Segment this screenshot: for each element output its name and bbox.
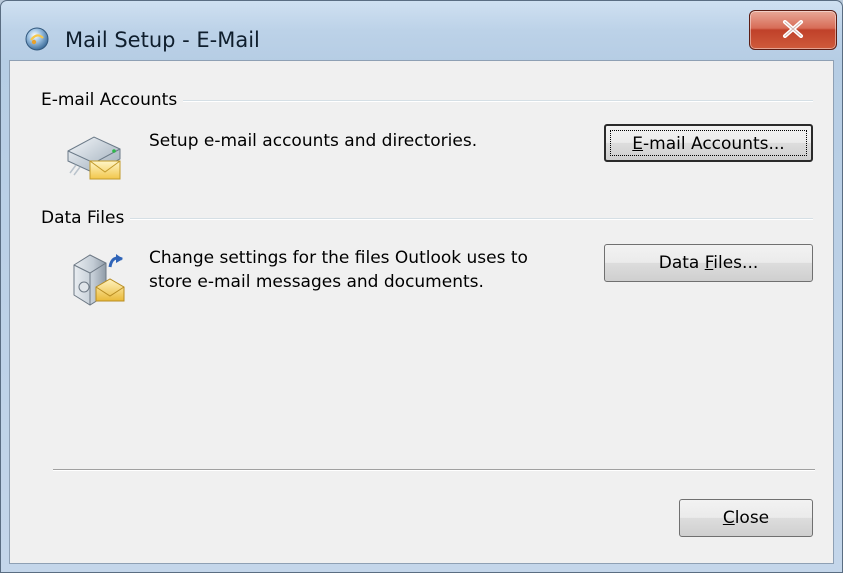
close-button-label: lose	[734, 508, 770, 528]
data-files-description-line2: store e-mail messages and documents.	[149, 272, 484, 292]
footer-separator	[53, 469, 815, 471]
data-files-button-accel: F	[704, 253, 714, 273]
title-bar[interactable]: Mail Setup - E-Mail	[1, 1, 842, 58]
data-files-button-label: iles...	[713, 253, 759, 273]
email-accounts-group-label: E-mail Accounts	[41, 90, 184, 110]
window-title: Mail Setup - E-Mail	[65, 28, 260, 52]
dialog-client-area: E-mail Accounts Setup e-mail accounts an…	[9, 60, 834, 564]
email-accounts-description: Setup e-mail accounts and directories.	[149, 131, 478, 151]
data-files-button[interactable]: Data Files...	[604, 244, 813, 282]
close-x-icon	[783, 20, 803, 38]
data-files-description-line1: Change settings for the files Outlook us…	[149, 248, 528, 268]
email-accounts-button-accel: E	[632, 134, 644, 154]
mail-setup-app-icon	[25, 27, 49, 51]
close-button[interactable]: Close	[679, 499, 813, 537]
data-files-group-line	[41, 218, 813, 220]
email-accounts-button-label: -mail Accounts...	[643, 134, 785, 154]
close-window-button[interactable]	[749, 10, 837, 50]
mail-setup-window: Mail Setup - E-Mail E-mail Accounts Setu…	[0, 0, 843, 573]
data-files-button-label-pre: Data	[658, 253, 705, 273]
email-accounts-button[interactable]: E-mail Accounts...	[604, 124, 813, 162]
close-button-accel: C	[722, 508, 735, 528]
data-files-icon	[73, 254, 125, 306]
data-files-group-label: Data Files	[41, 208, 131, 228]
email-accounts-icon	[67, 136, 121, 180]
